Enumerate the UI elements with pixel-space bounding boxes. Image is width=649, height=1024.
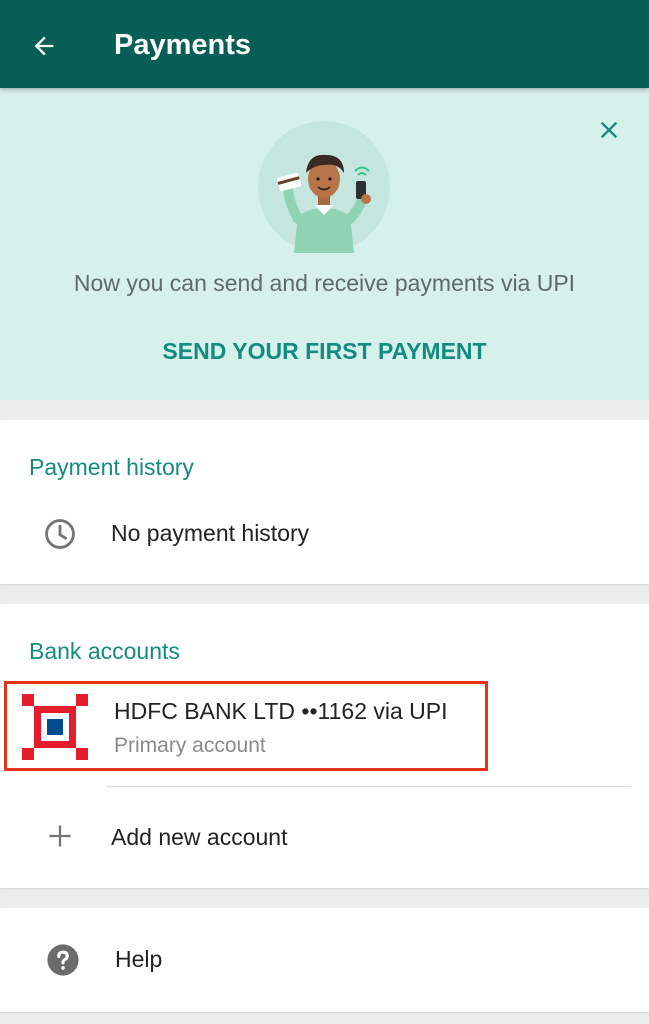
highlight-box xyxy=(4,681,488,771)
upi-promo-banner: Now you can send and receive payments vi… xyxy=(0,88,649,400)
add-new-account-label: Add new account xyxy=(111,824,288,850)
person-paying-illustration xyxy=(258,121,390,253)
no-payment-history-text: No payment history xyxy=(111,520,310,546)
add-new-account-button[interactable]: Add new account xyxy=(0,800,649,876)
banner-message: Now you can send and receive payments vi… xyxy=(73,270,576,296)
app-bar: Payments xyxy=(0,0,649,88)
close-icon xyxy=(600,121,618,139)
divider xyxy=(107,786,631,787)
help-label: Help xyxy=(115,946,163,972)
bank-accounts-title: Bank accounts xyxy=(29,638,180,664)
dismiss-banner-button[interactable] xyxy=(587,108,631,152)
plus-icon xyxy=(44,820,76,852)
send-first-payment-button[interactable]: SEND YOUR FIRST PAYMENT xyxy=(0,336,649,366)
payment-history-card: Payment history No payment history xyxy=(0,420,649,584)
help-button[interactable]: Help xyxy=(0,908,649,1012)
payment-history-title: Payment history xyxy=(29,454,194,480)
help-icon xyxy=(45,942,81,978)
page-title: Payments xyxy=(114,29,252,61)
bank-accounts-card: Bank accounts HDFC BANK LTD ••1162 via U… xyxy=(0,604,649,888)
back-button[interactable] xyxy=(18,20,70,72)
back-arrow-icon xyxy=(34,36,54,56)
clock-icon xyxy=(42,516,78,552)
